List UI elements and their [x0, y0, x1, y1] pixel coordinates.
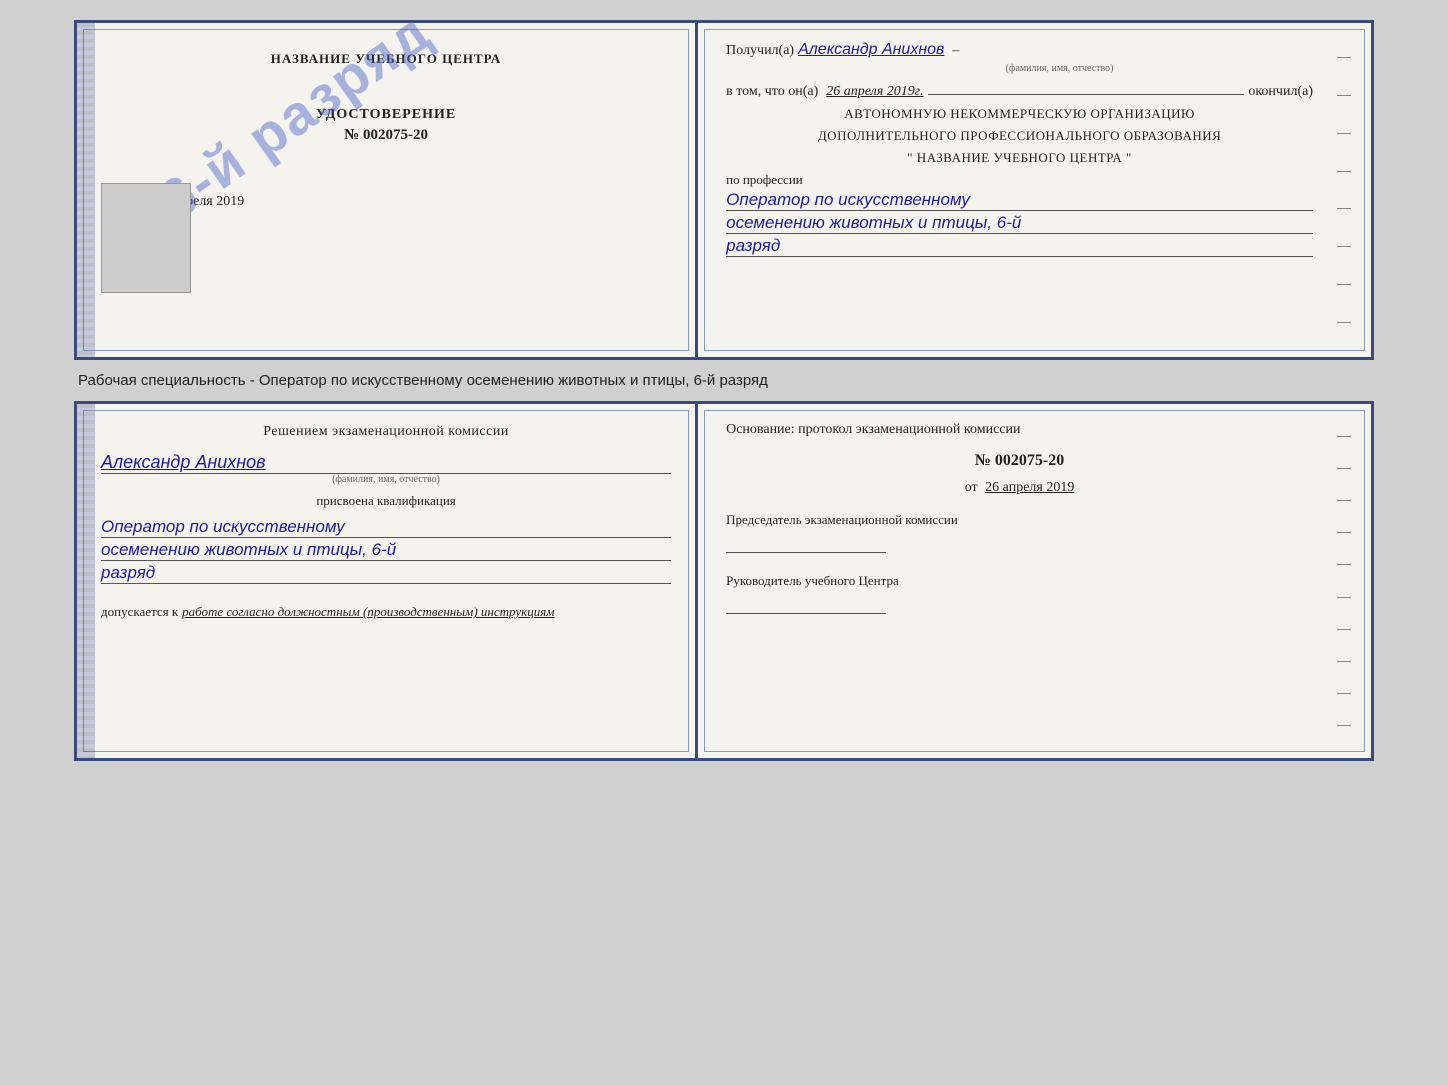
block-text-1: АВТОНОМНУЮ НЕКОММЕРЧЕСКУЮ ОРГАНИЗАЦИЮ [726, 106, 1313, 122]
cert-book-top: НАЗВАНИЕ УЧЕБНОГО ЦЕНТРА 6-й разряд УДОС… [74, 20, 1374, 360]
profession-line-2: осеменению животных и птицы, 6-й [726, 213, 1313, 234]
dopuskaetsya-value: работе согласно должностным (производств… [182, 604, 554, 620]
po-professii-label: по профессии [726, 172, 1313, 188]
profession-line-3: разряд [726, 236, 1313, 257]
rukovoditel-line [726, 613, 886, 614]
poluchil-name: Александр Аниxнов [798, 41, 944, 59]
vtom-date: 26 апреля 2019г. [826, 84, 923, 100]
insert-name: Александр Аниxнов [101, 452, 671, 474]
ot-row: от 26 апреля 2019 [726, 480, 1313, 496]
block-text-3: " НАЗВАНИЕ УЧЕБНОГО ЦЕНТРА " [726, 150, 1313, 166]
resheniem-title: Решением экзаменационной комиссии [101, 424, 671, 440]
qual-line-1: Оператор по искусственному [101, 517, 671, 538]
rukovoditel-label: Руководитель учебного Центра [726, 573, 1313, 589]
poluchil-label: Получил(а) [726, 43, 794, 59]
bottom-nomer: № 002075-20 [726, 452, 1313, 470]
prisvoena-text: присвоена квалификация [101, 493, 671, 509]
spine-decoration [77, 23, 95, 357]
dash1: – [952, 43, 959, 59]
insert-right-page: Основание: протокол экзаменационной коми… [698, 404, 1371, 758]
profession-line-1: Оператор по искусственному [726, 190, 1313, 211]
cert-nomer: № 002075-20 [101, 127, 671, 144]
predsedatel-section: Председатель экзаменационной комиссии [726, 512, 1313, 553]
insert-fio-sub: (фамилия, имя, отчество) [101, 474, 671, 485]
block-text-2: ДОПОЛНИТЕЛЬНОГО ПРОФЕССИОНАЛЬНОГО ОБРАЗО… [726, 128, 1313, 144]
qual-line-3: разряд [101, 563, 671, 584]
dopuskaetsya-label: допускается к [101, 604, 178, 620]
ot-label: от [965, 480, 978, 495]
rukovoditel-section: Руководитель учебного Центра [726, 573, 1313, 614]
document-container: НАЗВАНИЕ УЧЕБНОГО ЦЕНТРА 6-й разряд УДОС… [74, 20, 1374, 761]
cert-left-page: НАЗВАНИЕ УЧЕБНОГО ЦЕНТРА 6-й разряд УДОС… [77, 23, 698, 357]
cert-title: НАЗВАНИЕ УЧЕБНОГО ЦЕНТРА [101, 51, 671, 67]
side-dashes-top-right [1337, 43, 1351, 337]
insert-left-page: Решением экзаменационной комиссии Алекса… [77, 404, 698, 758]
cert-right-page: Получил(а) Александр Аниxнов – (фамилия,… [698, 23, 1371, 357]
insert-name-row: Александр Аниxнов (фамилия, имя, отчеств… [101, 452, 671, 485]
photo-placeholder [101, 183, 191, 293]
side-dashes-bottom-right [1337, 424, 1351, 738]
between-text: Рабочая специальность - Оператор по иску… [74, 372, 1374, 389]
ot-date: 26 апреля 2019 [985, 480, 1074, 495]
spine-decoration-bottom [77, 404, 95, 758]
fio-sub-top: (фамилия, имя, отчество) [806, 63, 1313, 74]
udostoverenie-label: УДОСТОВЕРЕНИЕ [101, 107, 671, 123]
vtom-row: в том, что он(а) 26 апреля 2019г. окончи… [726, 84, 1313, 100]
predsedatel-label: Председатель экзаменационной комиссии [726, 512, 1313, 528]
qual-line-2: осеменению животных и птицы, 6-й [101, 540, 671, 561]
okonchil-label: окончил(а) [1248, 84, 1313, 100]
insert-book-bottom: Решением экзаменационной комиссии Алекса… [74, 401, 1374, 761]
vtom-label: в том, что он(а) [726, 84, 818, 100]
predsedatel-line [726, 552, 886, 553]
poluchil-row: Получил(а) Александр Аниxнов – [726, 41, 1313, 59]
osnovaniye-title: Основание: протокол экзаменационной коми… [726, 422, 1313, 438]
dopuskaetsya-row: допускается к работе согласно должностны… [101, 604, 671, 620]
